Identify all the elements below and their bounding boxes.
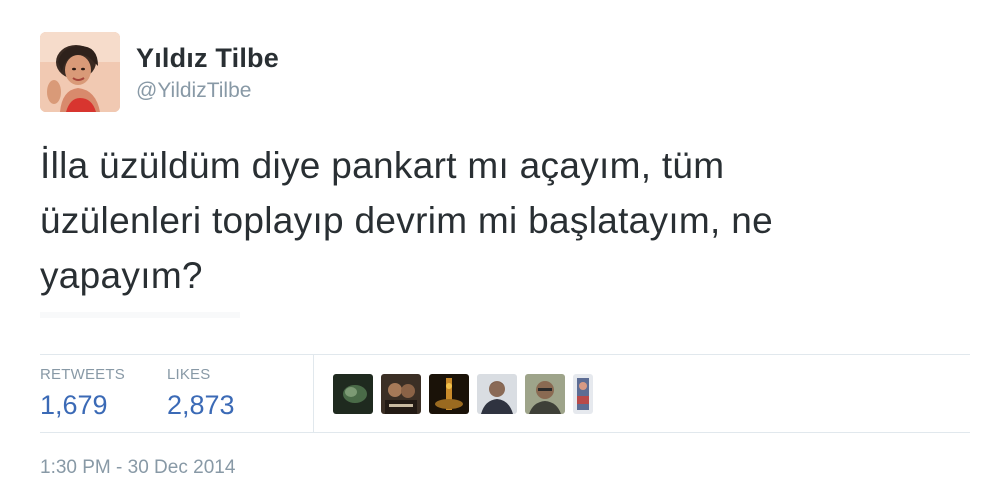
- user-display-name[interactable]: Yıldız Tilbe: [136, 42, 279, 74]
- liker-avatar-4[interactable]: [477, 374, 517, 414]
- faded-divider: [40, 312, 240, 318]
- tweet-text-line: üzülenleri toplayıp devrim mi başlatayım…: [40, 200, 773, 241]
- tweet-stats: RETWEETS 1,679 LIKES 2,873: [40, 366, 277, 432]
- tweet-text: İlla üzüldüm diye pankart mı açayım, tüm…: [40, 138, 940, 303]
- tweet-timestamp[interactable]: 1:30 PM - 30 Dec 2014: [40, 456, 235, 480]
- tweet-header: Yıldız Tilbe @YildizTilbe: [40, 32, 279, 112]
- user-screen-name[interactable]: @YildizTilbe: [136, 76, 279, 106]
- retweets-count: 1,679: [40, 390, 108, 420]
- stats-separator: [313, 354, 314, 432]
- user-avatar[interactable]: [40, 32, 120, 112]
- likes-label: LIKES: [166, 366, 211, 383]
- liker-avatar-2[interactable]: [381, 374, 421, 414]
- likers-avatars: [333, 374, 593, 414]
- liker-avatar-3[interactable]: [429, 374, 469, 414]
- stats-divider-top: [40, 354, 970, 355]
- retweets-stat[interactable]: RETWEETS 1,679: [40, 366, 125, 432]
- likes-count: 2,873: [166, 390, 235, 420]
- stats-divider-bottom: [40, 432, 970, 433]
- liker-avatar-5[interactable]: [525, 374, 565, 414]
- tweet-card: Yıldız Tilbe @YildizTilbe İlla üzüldüm d…: [0, 0, 996, 498]
- liker-avatar-6[interactable]: [573, 374, 593, 414]
- likes-stat[interactable]: LIKES 2,873: [167, 366, 235, 432]
- tweet-text-line: yapayım?: [40, 255, 203, 296]
- tweet-text-line: İlla üzüldüm diye pankart mı açayım, tüm: [40, 145, 725, 186]
- liker-avatar-1[interactable]: [333, 374, 373, 414]
- user-info: Yıldız Tilbe @YildizTilbe: [136, 42, 279, 106]
- retweets-label: RETWEETS: [40, 366, 125, 383]
